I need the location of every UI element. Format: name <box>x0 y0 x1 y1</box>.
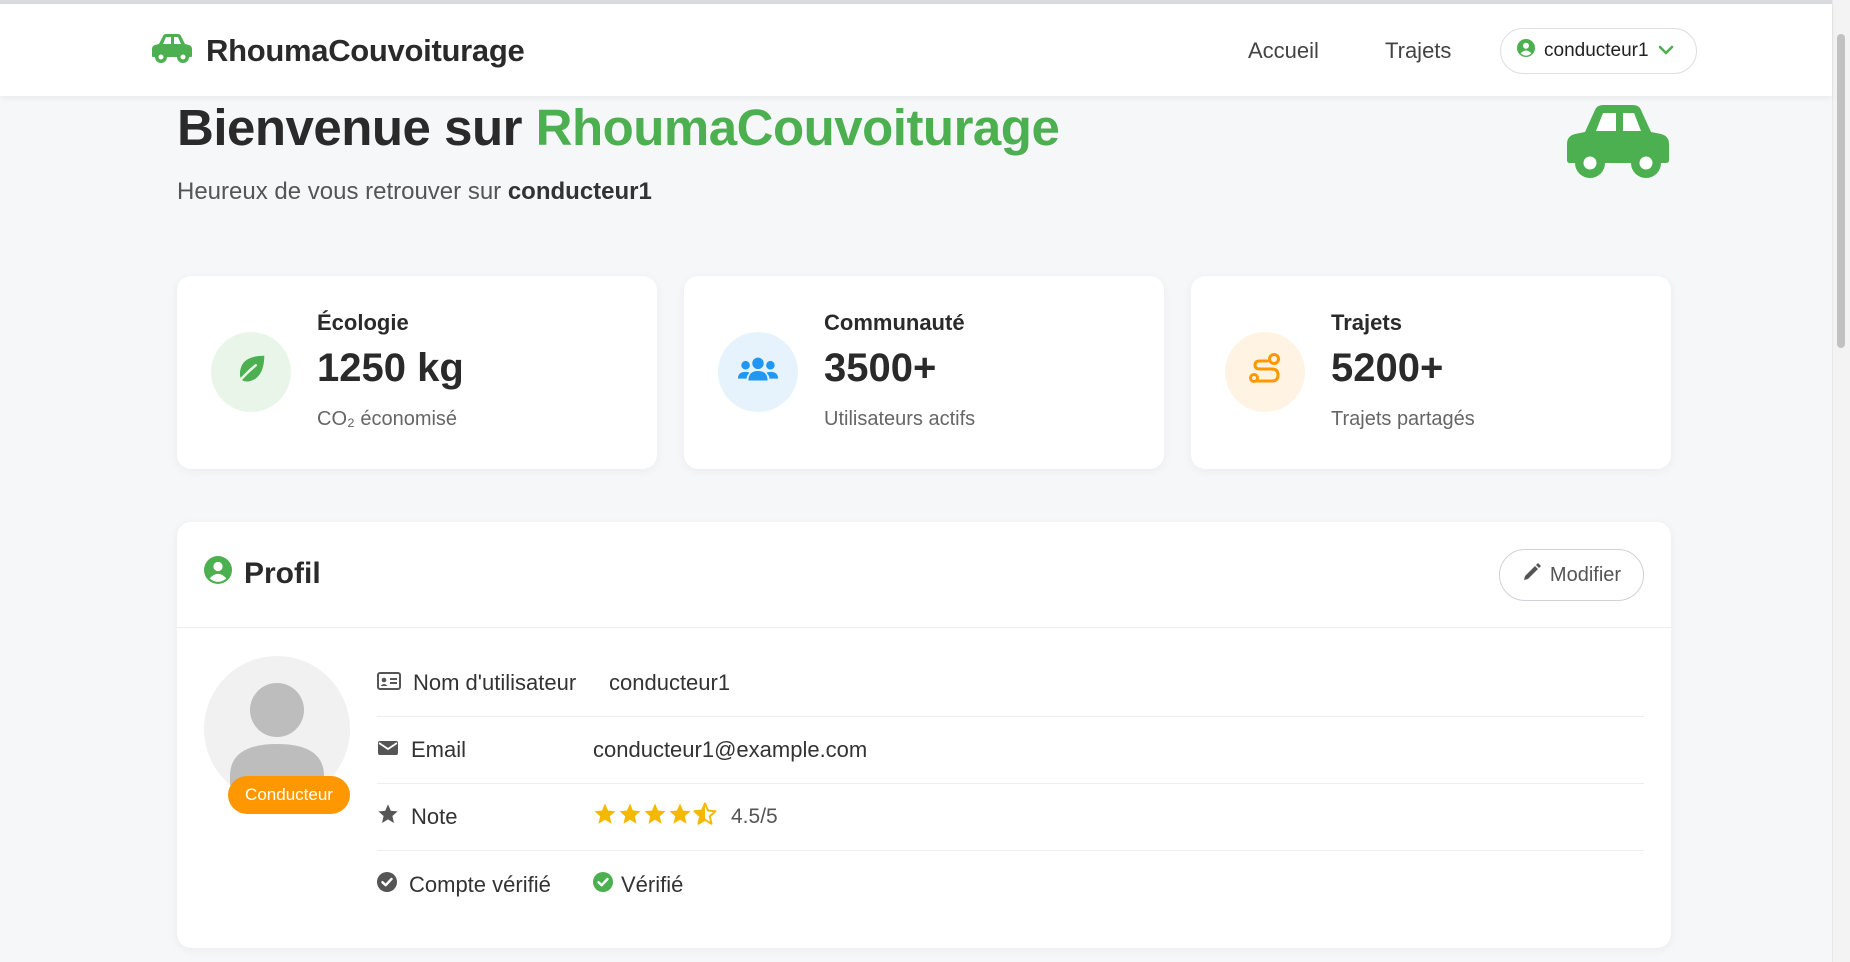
stat-card-trajets: Trajets 5200+ Trajets partagés <box>1191 276 1671 469</box>
username-value: conducteur1 <box>609 670 731 695</box>
stat-label: Trajets <box>1331 310 1402 335</box>
username-label: Nom d'utilisateur <box>413 670 577 695</box>
welcome-subtitle-text: Heureux de vous retrouver sur <box>177 178 502 205</box>
brand[interactable]: RhoumaCouvoiturage <box>150 32 525 69</box>
users-icon <box>737 354 779 391</box>
star-icon <box>377 803 399 831</box>
id-card-icon <box>377 670 401 696</box>
email-value: conducteur1@example.com <box>593 737 868 762</box>
user-menu-name: conducteur1 <box>1544 40 1649 61</box>
info-row-email: Email conducteur1@example.com <box>377 717 1644 784</box>
profile-header: Profil Modifier <box>177 522 1671 628</box>
hero-car-icon <box>1563 100 1673 185</box>
rating-text: 4.5/5 <box>731 805 778 828</box>
check-circle-icon <box>593 871 613 898</box>
stat-value: 3500+ <box>824 346 937 390</box>
stat-label: Communauté <box>824 310 965 335</box>
welcome-title-prefix: Bienvenue sur <box>177 99 522 156</box>
note-label: Note <box>411 804 458 829</box>
role-badge: Conducteur <box>228 776 350 814</box>
info-row-note: Note 4.5/5 <box>377 784 1644 851</box>
info-label: Email <box>377 737 466 763</box>
user-circle-icon <box>204 556 232 592</box>
brand-name: RhoumaCouvoiturage <box>206 32 525 68</box>
stat-description: CO₂ économisé <box>317 408 458 430</box>
stat-description: Utilisateurs actifs <box>824 408 976 430</box>
user-circle-icon <box>1517 39 1535 63</box>
verified-label: Compte vérifié <box>409 871 551 897</box>
verified-value: Vérifié <box>593 871 684 898</box>
edit-profile-label: Modifier <box>1549 563 1622 586</box>
star-full-icon <box>643 802 667 832</box>
info-label: Nom d'utilisateur <box>377 670 576 696</box>
stat-icon-circle <box>1225 332 1305 412</box>
email-label: Email <box>411 737 467 762</box>
leaf-icon <box>232 351 270 394</box>
profile-title: Profil <box>204 556 321 592</box>
chevron-down-icon <box>1658 40 1674 62</box>
stat-card-ecologie: Écologie 1250 kg CO₂ économisé <box>177 276 657 469</box>
info-label: Note <box>377 803 457 831</box>
welcome-subtitle: Heureux de vous retrouver sur conducteur… <box>177 178 652 206</box>
stat-description: Trajets partagés <box>1331 408 1475 430</box>
scrollbar-thumb[interactable] <box>1837 34 1845 348</box>
nav-accueil-link[interactable]: Accueil <box>1248 38 1319 64</box>
stat-card-communaute: Communauté 3500+ Utilisateurs actifs <box>684 276 1164 469</box>
car-icon <box>150 32 194 69</box>
star-full-icon <box>668 802 692 832</box>
welcome-subtitle-user: conducteur1 <box>507 178 652 205</box>
stat-icon-circle <box>718 332 798 412</box>
welcome-title-brand: RhoumaCouvoiturage <box>535 99 1060 156</box>
verified-text: Vérifié <box>621 871 684 897</box>
profile-card: Profil Modifier Conducteur Nom d'utilisa… <box>177 522 1671 948</box>
info-label: Compte vérifié <box>377 871 551 898</box>
stat-value: 5200+ <box>1331 346 1444 390</box>
star-full-icon <box>593 802 617 832</box>
edit-profile-button[interactable]: Modifier <box>1499 549 1644 601</box>
navbar: RhoumaCouvoiturage Accueil Trajets condu… <box>0 4 1832 96</box>
rating-value: 4.5/5 <box>593 802 778 832</box>
route-icon <box>1247 352 1283 393</box>
stat-value: 1250 kg <box>317 346 464 390</box>
star-half-icon <box>693 802 717 832</box>
info-row-verified: Compte vérifié Vérifié <box>377 851 1644 918</box>
pencil-icon <box>1522 562 1542 588</box>
user-menu-button[interactable]: conducteur1 <box>1500 28 1697 74</box>
page-scrollbar[interactable] <box>1832 0 1850 962</box>
profile-title-text: Profil <box>244 557 321 590</box>
rating-stars <box>593 802 717 832</box>
welcome-title: Bienvenue sur RhoumaCouvoiturage <box>177 98 1060 157</box>
envelope-icon <box>377 737 399 763</box>
check-circle-icon <box>377 871 397 898</box>
star-full-icon <box>618 802 642 832</box>
stat-icon-circle <box>211 332 291 412</box>
info-row-username: Nom d'utilisateur conducteur1 <box>377 650 1644 717</box>
nav-trajets-link[interactable]: Trajets <box>1385 38 1451 64</box>
stat-label: Écologie <box>317 310 409 335</box>
